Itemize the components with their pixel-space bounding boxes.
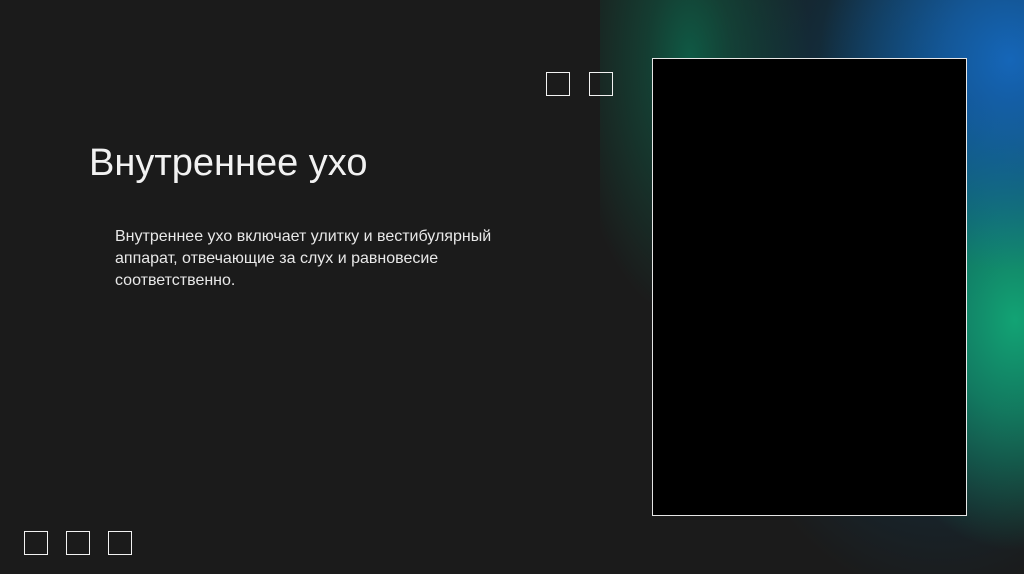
slide-title: Внутреннее ухо <box>89 142 368 184</box>
decorative-square-bottom-1 <box>24 531 48 555</box>
image-placeholder-frame <box>652 58 967 516</box>
decorative-square-top-1 <box>546 72 570 96</box>
decorative-square-top-2 <box>589 72 613 96</box>
decorative-square-bottom-2 <box>66 531 90 555</box>
slide: Внутреннее ухо Внутреннее ухо включает у… <box>0 0 1024 574</box>
slide-body-text: Внутреннее ухо включает улитку и вестибу… <box>115 228 492 289</box>
decorative-square-bottom-3 <box>108 531 132 555</box>
